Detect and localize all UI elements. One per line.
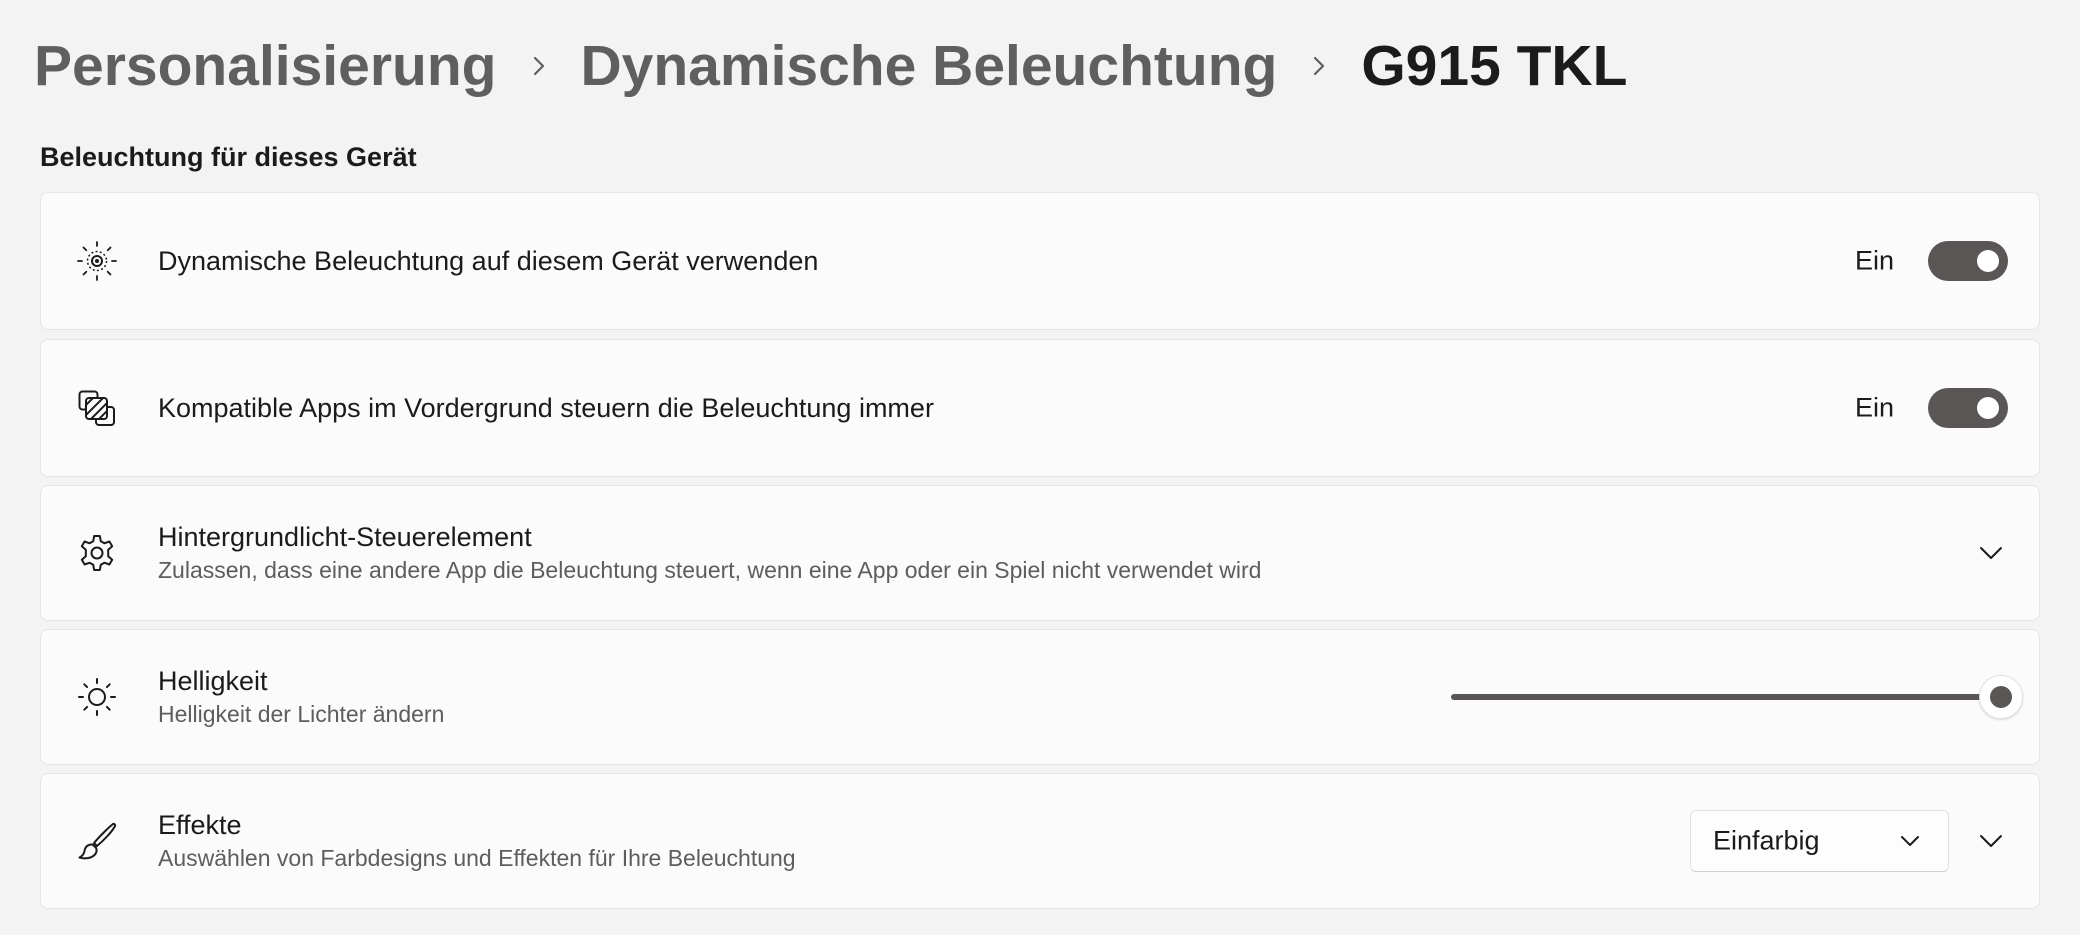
toggle-knob	[1977, 397, 1999, 419]
background-control-card[interactable]: Hintergrundlicht-Steuerelement Zulassen,…	[40, 485, 2040, 621]
slider-thumb[interactable]	[1979, 675, 2023, 719]
toggle-state-label: Ein	[1854, 245, 1894, 276]
sun-rays-icon	[75, 239, 119, 283]
card-text: Hintergrundlicht-Steuerelement Zulassen,…	[158, 520, 1261, 586]
section-title: Beleuchtung für dieses Gerät	[40, 142, 417, 172]
card-title: Dynamische Beleuchtung auf diesem Gerät …	[158, 246, 819, 276]
chevron-down-icon	[1898, 829, 1922, 853]
card-subtitle: Zulassen, dass eine andere App die Beleu…	[158, 557, 1262, 583]
dropdown-value: Einfarbig	[1713, 825, 1820, 856]
chevron-down-icon[interactable]	[1977, 539, 2005, 567]
card-text: Effekte Auswählen von Farbdesigns und Ef…	[158, 808, 796, 874]
effects-card[interactable]: Effekte Auswählen von Farbdesigns und Ef…	[40, 773, 2040, 909]
card-subtitle: Helligkeit der Lichter ändern	[158, 701, 445, 727]
card-title: Helligkeit	[158, 666, 268, 696]
brightness-icon	[75, 675, 119, 719]
gear-icon	[75, 531, 119, 575]
chevron-right-icon	[497, 54, 581, 78]
brush-icon	[75, 819, 119, 863]
toggle-state-label: Ein	[1854, 392, 1894, 423]
effects-dropdown[interactable]: Einfarbig	[1690, 810, 1949, 872]
foreground-apps-toggle[interactable]	[1928, 388, 2008, 428]
brightness-card: Helligkeit Helligkeit der Lichter ändern	[40, 629, 2040, 765]
card-text: Helligkeit Helligkeit der Lichter ändern	[158, 664, 444, 730]
card-subtitle: Auswählen von Farbdesigns und Effekten f…	[158, 845, 796, 871]
card-text: Kompatible Apps im Vordergrund steuern d…	[158, 391, 934, 425]
card-title: Hintergrundlicht-Steuerelement	[158, 522, 532, 552]
chevron-right-icon	[1277, 54, 1361, 78]
page-title: G915 TKL	[1361, 34, 1628, 98]
layered-apps-icon	[75, 386, 119, 430]
brightness-slider[interactable]	[1451, 675, 2023, 719]
foreground-apps-card: Kompatible Apps im Vordergrund steuern d…	[40, 339, 2040, 477]
use-dynamic-lighting-toggle[interactable]	[1928, 241, 2008, 281]
card-title: Kompatible Apps im Vordergrund steuern d…	[158, 393, 934, 423]
breadcrumb-personalisierung[interactable]: Personalisierung	[34, 33, 497, 99]
card-text: Dynamische Beleuchtung auf diesem Gerät …	[158, 244, 818, 278]
use-dynamic-lighting-card: Dynamische Beleuchtung auf diesem Gerät …	[40, 192, 2040, 330]
breadcrumb-dynamische-beleuchtung[interactable]: Dynamische Beleuchtung	[581, 33, 1278, 99]
slider-thumb-dot	[1990, 686, 2012, 708]
toggle-knob	[1977, 250, 1999, 272]
slider-fill	[1451, 694, 2001, 700]
breadcrumb: Personalisierung Dynamische Beleuchtung …	[34, 30, 1627, 102]
card-title: Effekte	[158, 810, 242, 840]
chevron-down-icon[interactable]	[1977, 827, 2005, 855]
